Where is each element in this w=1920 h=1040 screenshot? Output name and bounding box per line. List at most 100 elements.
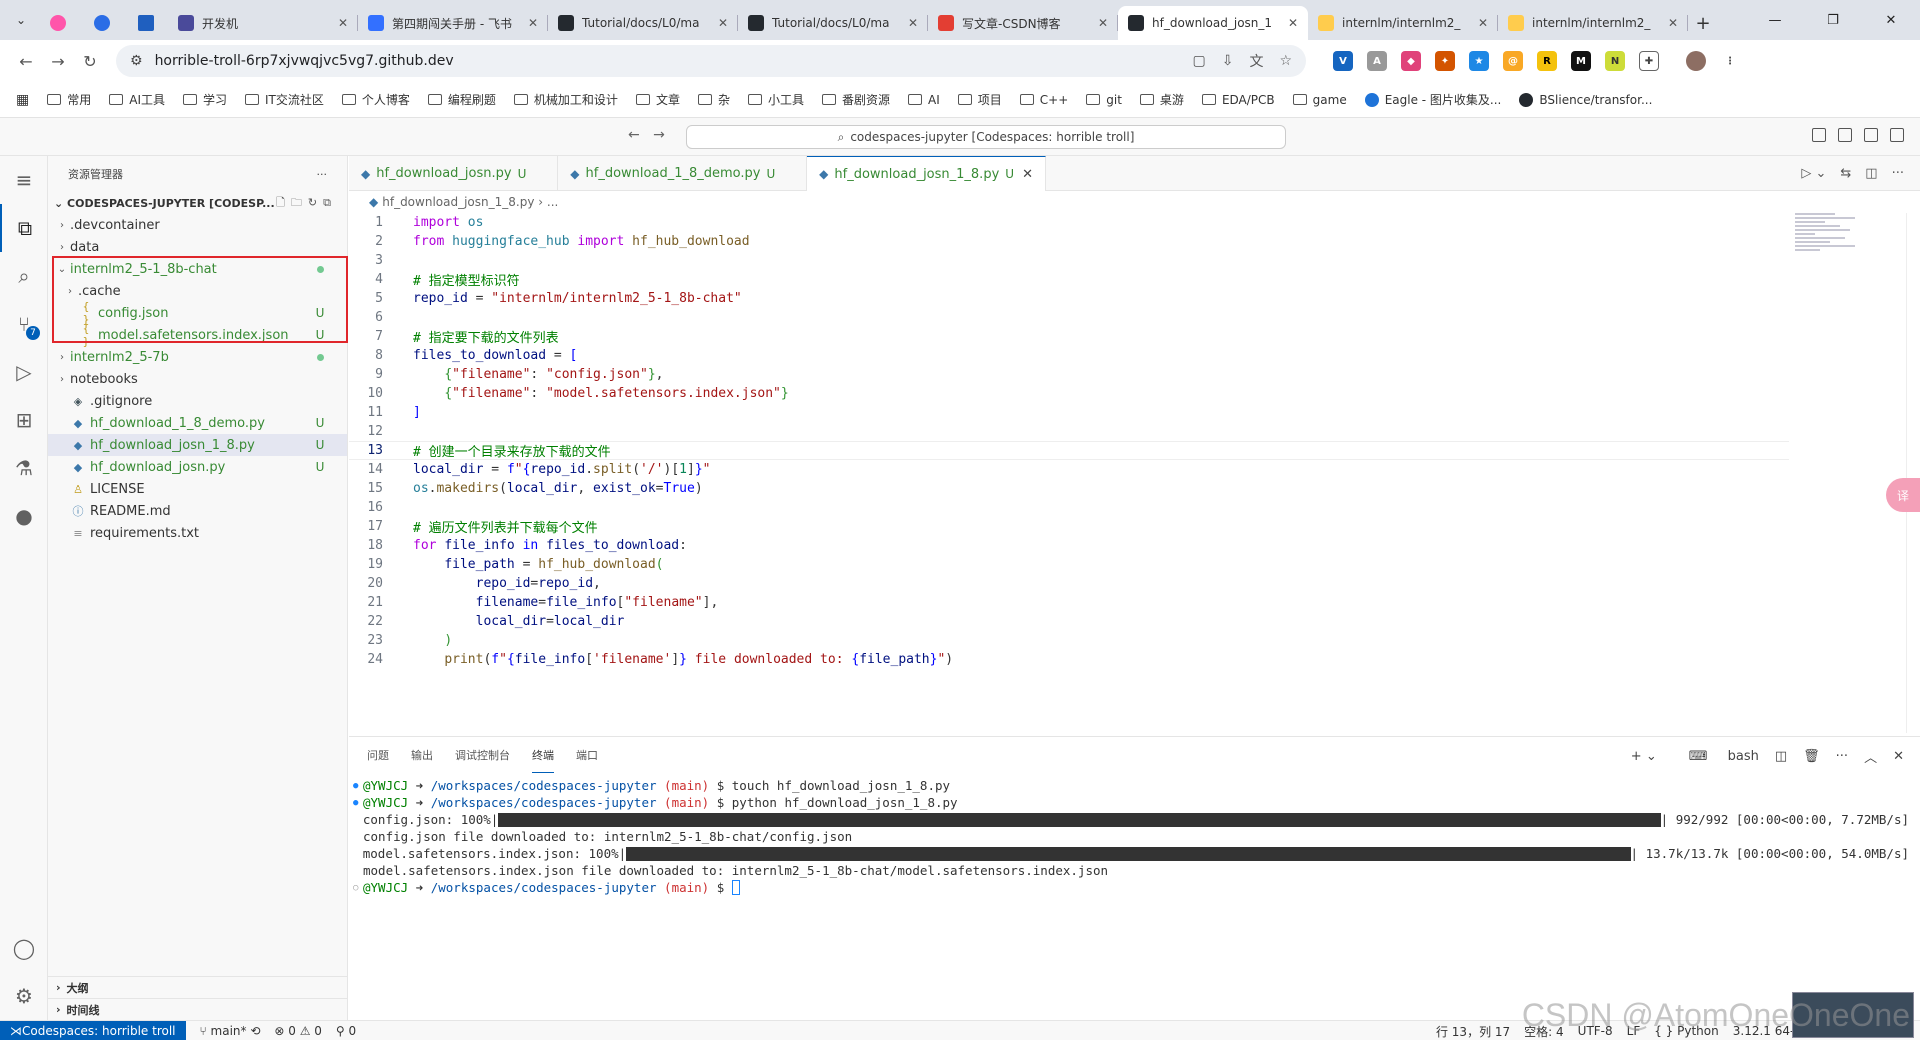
tree-file[interactable]: ≡ requirements.txt xyxy=(48,522,347,544)
extensions-puzzle-icon[interactable]: ✚ xyxy=(1639,51,1659,71)
bookmark-item[interactable]: BSlience/transfor... xyxy=(1519,91,1652,108)
breadcrumb-more[interactable]: ... xyxy=(547,195,558,209)
split-editor-icon[interactable]: ◫ xyxy=(1865,166,1877,181)
omnibox[interactable]: ⚙ horrible-troll-6rp7xjvwqjvc5vg7.github… xyxy=(116,45,1306,77)
bookmark-item[interactable]: 常用 xyxy=(47,91,91,108)
problems-indicator[interactable]: ⊗ 0 ⚠ 0 xyxy=(274,1024,322,1038)
install-app-icon[interactable]: ⇩ xyxy=(1222,53,1234,69)
tree-file[interactable]: ◆ hf_download_1_8_demo.py U xyxy=(48,412,347,434)
outline-section[interactable]: › 大纲 xyxy=(48,976,348,998)
editor-tab[interactable]: ◆ hf_download_josn_1_8.py U ✕ xyxy=(807,156,1046,191)
close-panel-icon[interactable]: ✕ xyxy=(1893,749,1904,764)
reload-button[interactable]: ↻ xyxy=(74,45,106,77)
bookmark-item[interactable]: 番剧资源 xyxy=(821,91,890,108)
extension-icon[interactable]: ✦ xyxy=(1435,51,1455,71)
maximize-panel-icon[interactable]: ︿ xyxy=(1864,747,1877,766)
github-icon[interactable]: ● xyxy=(0,492,48,540)
bookmark-item[interactable]: git xyxy=(1086,91,1122,108)
command-center[interactable]: ⌕ codespaces-jupyter [Codespaces: horrib… xyxy=(686,125,1286,149)
breadcrumb[interactable]: ◆ hf_download_josn_1_8.py › ... xyxy=(349,191,1920,213)
site-info-icon[interactable]: ⚙ xyxy=(130,53,143,69)
restore-button[interactable]: ❐ xyxy=(1804,0,1862,40)
close-tab-icon[interactable]: ✕ xyxy=(1022,167,1033,182)
tree-file[interactable]: ◈ .gitignore xyxy=(48,390,347,412)
toggle-secondary-sidebar-icon[interactable] xyxy=(1864,128,1878,142)
tree-folder[interactable]: › internlm2_5-7b xyxy=(48,346,347,368)
tab-search-icon[interactable]: ⌄ xyxy=(6,5,36,35)
tree-folder[interactable]: › .cache xyxy=(48,280,347,302)
url-text[interactable]: horrible-troll-6rp7xjvwqjvc5vg7.github.d… xyxy=(155,53,1177,69)
panel-tab[interactable]: 端口 xyxy=(576,737,598,773)
history-nav[interactable]: ← → xyxy=(628,127,665,143)
minimap[interactable] xyxy=(1795,213,1875,273)
new-tab-button[interactable]: + xyxy=(1688,6,1718,40)
extension-icon[interactable]: N xyxy=(1605,51,1625,71)
bookmark-item[interactable]: 机械加工和设计 xyxy=(513,91,618,108)
browser-menu-icon[interactable]: ⋮ xyxy=(1720,51,1740,71)
tree-file[interactable]: { } model.safetensors.index.json U xyxy=(48,322,347,348)
browser-tab[interactable]: Tutorial/docs/L0/ma ✕ xyxy=(738,6,928,40)
encoding[interactable]: UTF-8 xyxy=(1578,1024,1613,1038)
bookmark-item[interactable]: IT交流社区 xyxy=(245,91,324,108)
extension-icon[interactable]: V xyxy=(1333,51,1353,71)
bookmark-item[interactable]: game xyxy=(1292,91,1347,108)
tab-close-icon[interactable]: ✕ xyxy=(1098,16,1108,30)
close-window-button[interactable]: ✕ xyxy=(1862,0,1920,40)
bookmark-item[interactable]: 桌游 xyxy=(1139,91,1184,108)
extension-icon[interactable]: ★ xyxy=(1469,51,1489,71)
bookmark-item[interactable]: 小工具 xyxy=(747,91,804,108)
timeline-section[interactable]: › 时间线 xyxy=(48,998,348,1020)
bookmark-item[interactable]: EDA/PCB xyxy=(1201,91,1275,108)
tab-close-icon[interactable]: ✕ xyxy=(1668,16,1678,30)
tree-file[interactable]: ⓘ README.md xyxy=(48,500,347,522)
editor-scrollbar[interactable] xyxy=(1906,213,1920,733)
editor-tab[interactable]: ◆hf_download_josn.pyU✕ xyxy=(349,156,559,191)
extension-icon[interactable]: R xyxy=(1537,51,1557,71)
tree-file[interactable]: { } config.json U xyxy=(48,300,347,326)
workspace-root[interactable]: ⌄ CODESPACES-JUPYTER [CODESP... 🗋🗀↻⧉ xyxy=(48,192,347,214)
toggle-sidebar-icon[interactable] xyxy=(1812,128,1826,142)
explorer-icon[interactable]: ⧉ xyxy=(0,204,48,252)
pinned-tab-2[interactable] xyxy=(80,6,124,40)
toggle-panel-icon[interactable] xyxy=(1838,128,1852,142)
browser-tab[interactable]: Tutorial/docs/L0/ma ✕ xyxy=(548,6,738,40)
bookmark-item[interactable]: Eagle - 图片收集及... xyxy=(1364,91,1501,108)
more-panel-actions-icon[interactable]: ··· xyxy=(1836,749,1848,764)
new-terminal-icon[interactable]: + ⌄ xyxy=(1631,749,1657,764)
panel-tab[interactable]: 终端 xyxy=(532,737,554,773)
bookmark-item[interactable]: 杂 xyxy=(697,91,730,108)
browser-tab[interactable]: hf_download_josn_1 ✕ xyxy=(1118,6,1308,40)
bookmark-item[interactable]: 个人博客 xyxy=(341,91,410,108)
tree-folder[interactable]: › .devcontainer xyxy=(48,214,347,236)
extension-icon[interactable]: A xyxy=(1367,51,1387,71)
more-actions-icon[interactable]: ··· xyxy=(317,168,328,181)
terminal-shell-label[interactable]: ⌨ bash xyxy=(1673,749,1759,764)
back-button[interactable]: ← xyxy=(10,45,42,77)
bookmark-item[interactable]: C++ xyxy=(1019,91,1068,108)
profile-avatar[interactable] xyxy=(1686,51,1706,71)
ports-indicator[interactable]: ⚲ 0 xyxy=(336,1024,356,1038)
browser-tab[interactable]: internlm/internlm2_ ✕ xyxy=(1308,6,1498,40)
extension-icon[interactable]: @ xyxy=(1503,51,1523,71)
editor-tab[interactable]: ◆hf_download_1_8_demo.pyU✕ xyxy=(558,156,808,191)
extension-icon[interactable]: M xyxy=(1571,51,1591,71)
settings-gear-icon[interactable]: ⚙ xyxy=(0,972,48,1020)
bookmark-item[interactable]: 编程刷题 xyxy=(427,91,496,108)
accounts-icon[interactable]: ◯ xyxy=(0,924,48,972)
cursor-position[interactable]: 行 13，列 17 xyxy=(1436,1023,1510,1040)
pinned-tab-3[interactable] xyxy=(124,6,168,40)
panel-tab[interactable]: 输出 xyxy=(411,737,433,773)
tab-close-icon[interactable]: ✕ xyxy=(1288,16,1298,30)
tree-file[interactable]: ♙ LICENSE xyxy=(48,478,347,500)
menu-icon[interactable]: ≡ xyxy=(0,156,48,204)
tab-close-icon[interactable]: ✕ xyxy=(718,16,728,30)
testing-icon[interactable]: ⚗ xyxy=(0,444,48,492)
minimize-button[interactable]: — xyxy=(1746,0,1804,40)
explorer-actions[interactable]: 🗋🗀↻⧉ xyxy=(276,194,337,213)
code-editor[interactable]: 1 import os 2 from huggingface_hub import … xyxy=(349,213,1789,733)
line-ending[interactable]: LF xyxy=(1627,1024,1641,1038)
extensions-icon[interactable]: ⊞ xyxy=(0,396,48,444)
extension-icon[interactable]: ◆ xyxy=(1401,51,1421,71)
breadcrumb-file[interactable]: hf_download_josn_1_8.py xyxy=(382,195,534,209)
tree-folder[interactable]: › notebooks xyxy=(48,368,347,390)
